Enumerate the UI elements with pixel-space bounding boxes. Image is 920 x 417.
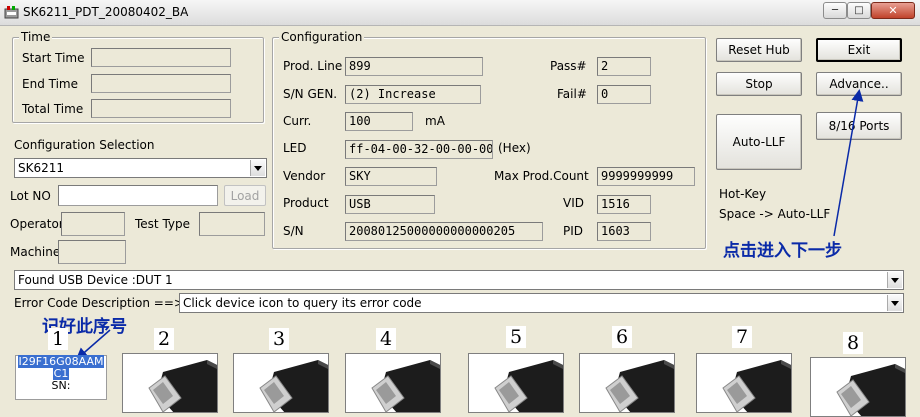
device-sn-label: SN: xyxy=(51,379,71,392)
close-icon: ✕ xyxy=(888,3,898,17)
usb-device-icon[interactable] xyxy=(810,357,906,417)
pid-label: PID xyxy=(563,224,584,238)
end-time-label: End Time xyxy=(22,77,78,91)
hotkey-title: Hot-Key xyxy=(719,187,767,201)
stop-button[interactable]: Stop xyxy=(716,72,802,96)
chevron-down-icon[interactable] xyxy=(250,160,265,176)
sn-gen-label: S/N GEN. xyxy=(283,87,338,101)
prod-line-label: Prod. Line xyxy=(283,59,343,73)
led-unit: (Hex) xyxy=(498,141,531,155)
config-selection-label: Configuration Selection xyxy=(14,138,155,152)
usb-device-icon[interactable] xyxy=(233,353,329,413)
config-selection-dropdown[interactable]: SK6211 xyxy=(14,158,267,178)
minimize-icon: ─ xyxy=(831,4,839,16)
usb-device-icon[interactable] xyxy=(122,353,218,413)
maximize-button[interactable]: □ xyxy=(847,2,871,19)
vendor-field: SKY xyxy=(345,167,437,186)
application-window: SK6211_PDT_20080402_BA ─ □ ✕ Time Start … xyxy=(0,0,920,417)
usb-device-icon[interactable] xyxy=(579,353,675,413)
pid-field: 1603 xyxy=(597,222,651,241)
start-time-field xyxy=(91,48,231,67)
product-field: USB xyxy=(345,195,435,214)
product-label: Product xyxy=(283,196,329,210)
config-selection-value: SK6211 xyxy=(18,161,65,175)
sn-label: S/N xyxy=(283,224,304,238)
usb-device-icon[interactable] xyxy=(696,353,792,413)
error-code-label: Error Code Description ==> xyxy=(14,296,184,310)
app-icon xyxy=(4,6,19,19)
machine-label: Machine xyxy=(10,245,61,259)
fail-count-label: Fail# xyxy=(557,87,587,101)
machine-field[interactable] xyxy=(58,240,126,264)
title-bar[interactable]: SK6211_PDT_20080402_BA ─ □ ✕ xyxy=(0,0,920,26)
total-time-label: Total Time xyxy=(22,102,84,116)
max-prod-count-label: Max Prod.Count xyxy=(494,169,589,183)
error-code-dropdown[interactable]: Click device icon to query its error cod… xyxy=(179,293,904,313)
led-label: LED xyxy=(283,141,307,155)
operator-label: Operator xyxy=(10,217,64,231)
pass-count-field: 2 xyxy=(597,57,651,76)
lot-no-label: Lot NO xyxy=(10,189,51,203)
hotkey-text: Space -> Auto-LLF xyxy=(719,207,831,221)
device-info-port-1[interactable]: I29F16G08AAM C1 SN: xyxy=(15,355,107,400)
found-device-text: Found USB Device :DUT 1 xyxy=(18,273,173,287)
auto-llf-button[interactable]: Auto-LLF xyxy=(716,114,802,170)
port-number-7: 7 xyxy=(732,326,752,348)
ports-toggle-button[interactable]: 8/16 Ports xyxy=(816,112,902,140)
current-unit: mA xyxy=(425,114,445,128)
port-number-3: 3 xyxy=(269,328,289,350)
chevron-down-icon[interactable] xyxy=(887,272,902,288)
test-type-label: Test Type xyxy=(135,217,191,231)
test-type-field[interactable] xyxy=(199,212,265,236)
prod-line-field: 899 xyxy=(345,57,483,76)
close-button[interactable]: ✕ xyxy=(871,2,915,19)
current-field: 100 xyxy=(345,112,413,131)
window-title: SK6211_PDT_20080402_BA xyxy=(23,5,189,19)
sn-gen-field: (2) Increase xyxy=(345,85,481,104)
start-time-label: Start Time xyxy=(22,51,85,65)
configuration-legend: Configuration xyxy=(279,30,365,44)
port-number-4: 4 xyxy=(376,328,396,350)
vid-label: VID xyxy=(563,196,584,210)
vendor-label: Vendor xyxy=(283,169,326,183)
found-device-dropdown[interactable]: Found USB Device :DUT 1 xyxy=(14,270,904,290)
current-label: Curr. xyxy=(283,114,312,128)
total-time-field xyxy=(91,99,231,118)
load-button: Load xyxy=(224,185,266,206)
max-prod-count-field: 9999999999 xyxy=(597,167,695,186)
port-number-2: 2 xyxy=(154,328,174,350)
port-number-6: 6 xyxy=(612,326,632,348)
end-time-field xyxy=(91,74,231,93)
vid-field: 1516 xyxy=(597,195,651,214)
time-legend: Time xyxy=(19,30,53,44)
fail-count-field: 0 xyxy=(597,85,651,104)
operator-field[interactable] xyxy=(61,212,125,236)
pass-count-label: Pass# xyxy=(550,59,587,73)
reset-hub-button[interactable]: Reset Hub xyxy=(716,38,802,62)
port-number-1: 1 xyxy=(48,328,68,350)
exit-button[interactable]: Exit xyxy=(816,38,902,62)
usb-device-icon[interactable] xyxy=(345,353,441,413)
maximize-icon: □ xyxy=(854,4,864,16)
port-number-5: 5 xyxy=(506,326,526,348)
advance-button[interactable]: Advance.. xyxy=(816,72,902,96)
port-number-8: 8 xyxy=(843,332,863,354)
error-code-text: Click device icon to query its error cod… xyxy=(183,296,422,310)
led-field: ff-04-00-32-00-00-00 xyxy=(345,140,493,159)
minimize-button[interactable]: ─ xyxy=(823,2,847,19)
lot-no-input[interactable] xyxy=(58,185,218,206)
next-step-annotation: 点击进入下一步 xyxy=(723,241,842,261)
chevron-down-icon[interactable] xyxy=(887,295,902,311)
sn-field: 20080125000000000000205 xyxy=(345,222,543,241)
usb-device-icon[interactable] xyxy=(468,353,564,413)
